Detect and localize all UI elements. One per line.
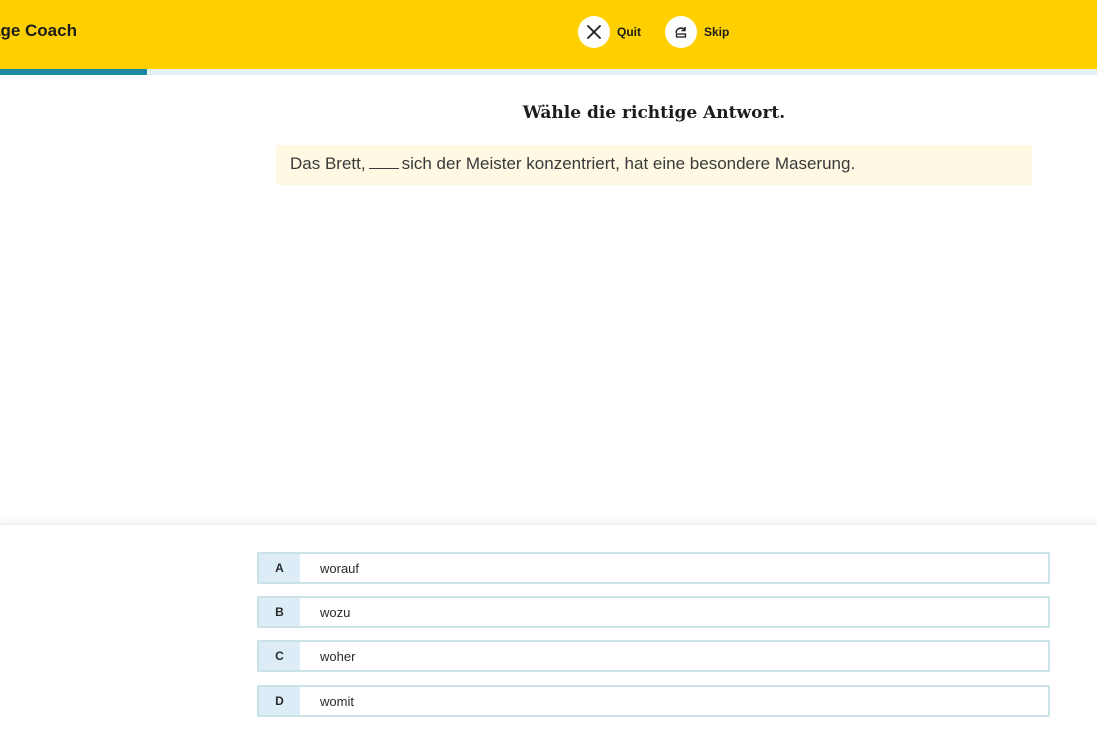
sentence-before: Das Brett, (290, 154, 366, 173)
question-sentence: Das Brett, sich der Meister konzentriert,… (276, 145, 1032, 185)
header-bar: age Coach Quit Skip (0, 0, 1097, 69)
app: age Coach Quit Skip Wähle die richtige A (0, 0, 1097, 731)
option-text[interactable]: worauf (300, 554, 359, 582)
answer-option-b[interactable]: B wozu (257, 596, 1050, 628)
progress-bar (0, 69, 1097, 75)
option-text[interactable]: woher (300, 642, 355, 670)
question-instruction: Wähle die richtige Antwort. (522, 103, 786, 123)
option-letter[interactable]: D (259, 687, 300, 715)
skip-label[interactable]: Skip (704, 25, 729, 39)
app-title: age Coach (0, 21, 77, 40)
option-letter[interactable]: B (259, 598, 300, 626)
quit-button[interactable]: Quit (578, 16, 641, 48)
answer-option-c[interactable]: C woher (257, 640, 1050, 672)
answer-option-d[interactable]: D womit (257, 685, 1050, 717)
skip-icon[interactable] (665, 16, 697, 48)
option-letter[interactable]: A (259, 554, 300, 582)
option-letter[interactable]: C (259, 642, 300, 670)
answer-option-a[interactable]: A worauf (257, 552, 1050, 584)
close-icon[interactable] (578, 16, 610, 48)
answer-panel: A worauf B wozu C woher D womit (0, 524, 1097, 731)
option-text[interactable]: wozu (300, 598, 350, 626)
sentence-blank (368, 168, 399, 169)
progress-bar-fill (0, 69, 147, 75)
sentence-after: sich der Meister konzentriert, hat eine … (401, 154, 856, 173)
option-text[interactable]: womit (300, 687, 354, 715)
quit-label[interactable]: Quit (617, 25, 641, 39)
skip-button[interactable]: Skip (665, 16, 729, 48)
